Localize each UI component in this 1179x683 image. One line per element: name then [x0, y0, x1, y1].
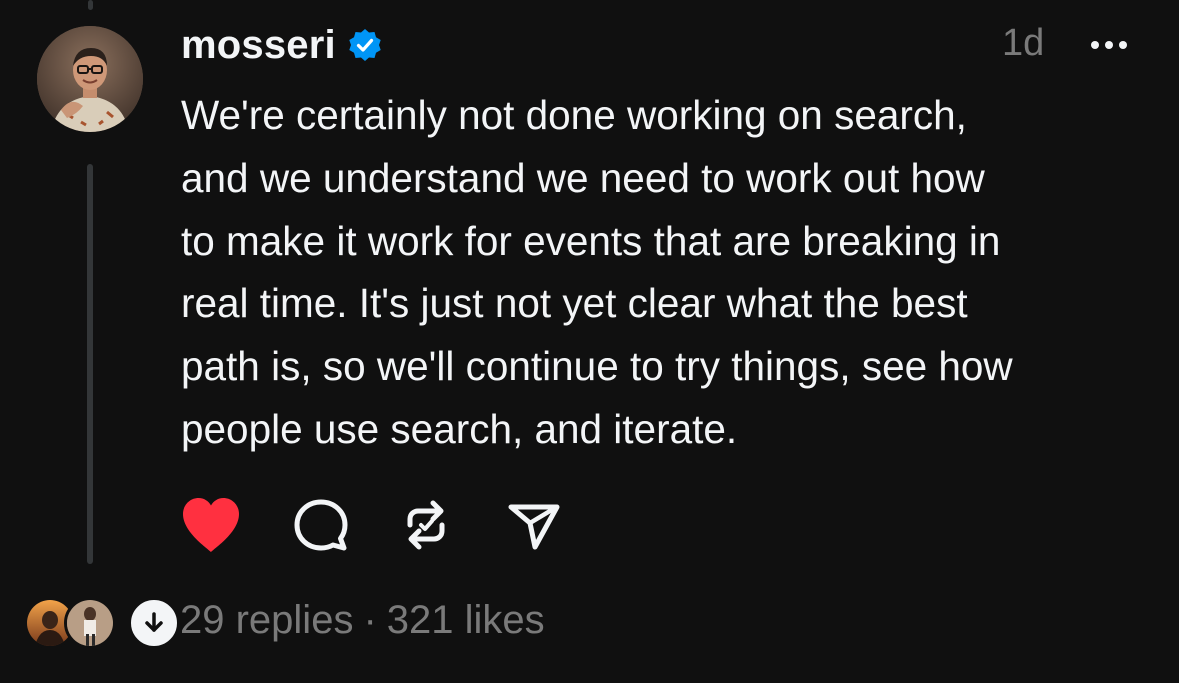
replier-avatar[interactable] — [64, 597, 116, 649]
more-options-button[interactable] — [1084, 30, 1134, 60]
heart-filled-icon — [183, 498, 239, 552]
avatar[interactable] — [37, 26, 143, 132]
username[interactable]: mosseri — [181, 23, 336, 68]
repost-button[interactable] — [391, 490, 461, 560]
post-header: mosseri — [181, 20, 382, 70]
arrow-down-icon — [145, 612, 163, 632]
comment-icon — [294, 499, 348, 551]
post-body-text: We're certainly not done working on sear… — [181, 92, 1013, 452]
like-button[interactable] — [176, 490, 246, 560]
replies-count-link[interactable]: 29 replies — [180, 598, 353, 643]
expand-replies-button[interactable] — [128, 597, 180, 649]
avatar-image — [37, 26, 143, 132]
stats-separator: · — [363, 598, 377, 642]
verified-badge-icon — [348, 28, 382, 62]
post-footer: 29 replies · 321 likes — [24, 594, 724, 650]
replier-avatar-image — [67, 600, 113, 646]
reply-button[interactable] — [286, 490, 356, 560]
likes-count-link[interactable]: 321 likes — [387, 598, 545, 643]
more-dots-icon — [1091, 41, 1127, 49]
share-button[interactable] — [498, 490, 568, 560]
post-timestamp: 1d — [1002, 22, 1045, 64]
thread-connector-top — [88, 0, 93, 10]
thread-line — [87, 164, 93, 564]
share-send-icon — [508, 504, 560, 550]
post-stats: 29 replies · 321 likes — [180, 598, 545, 643]
repost-icon — [407, 500, 445, 550]
